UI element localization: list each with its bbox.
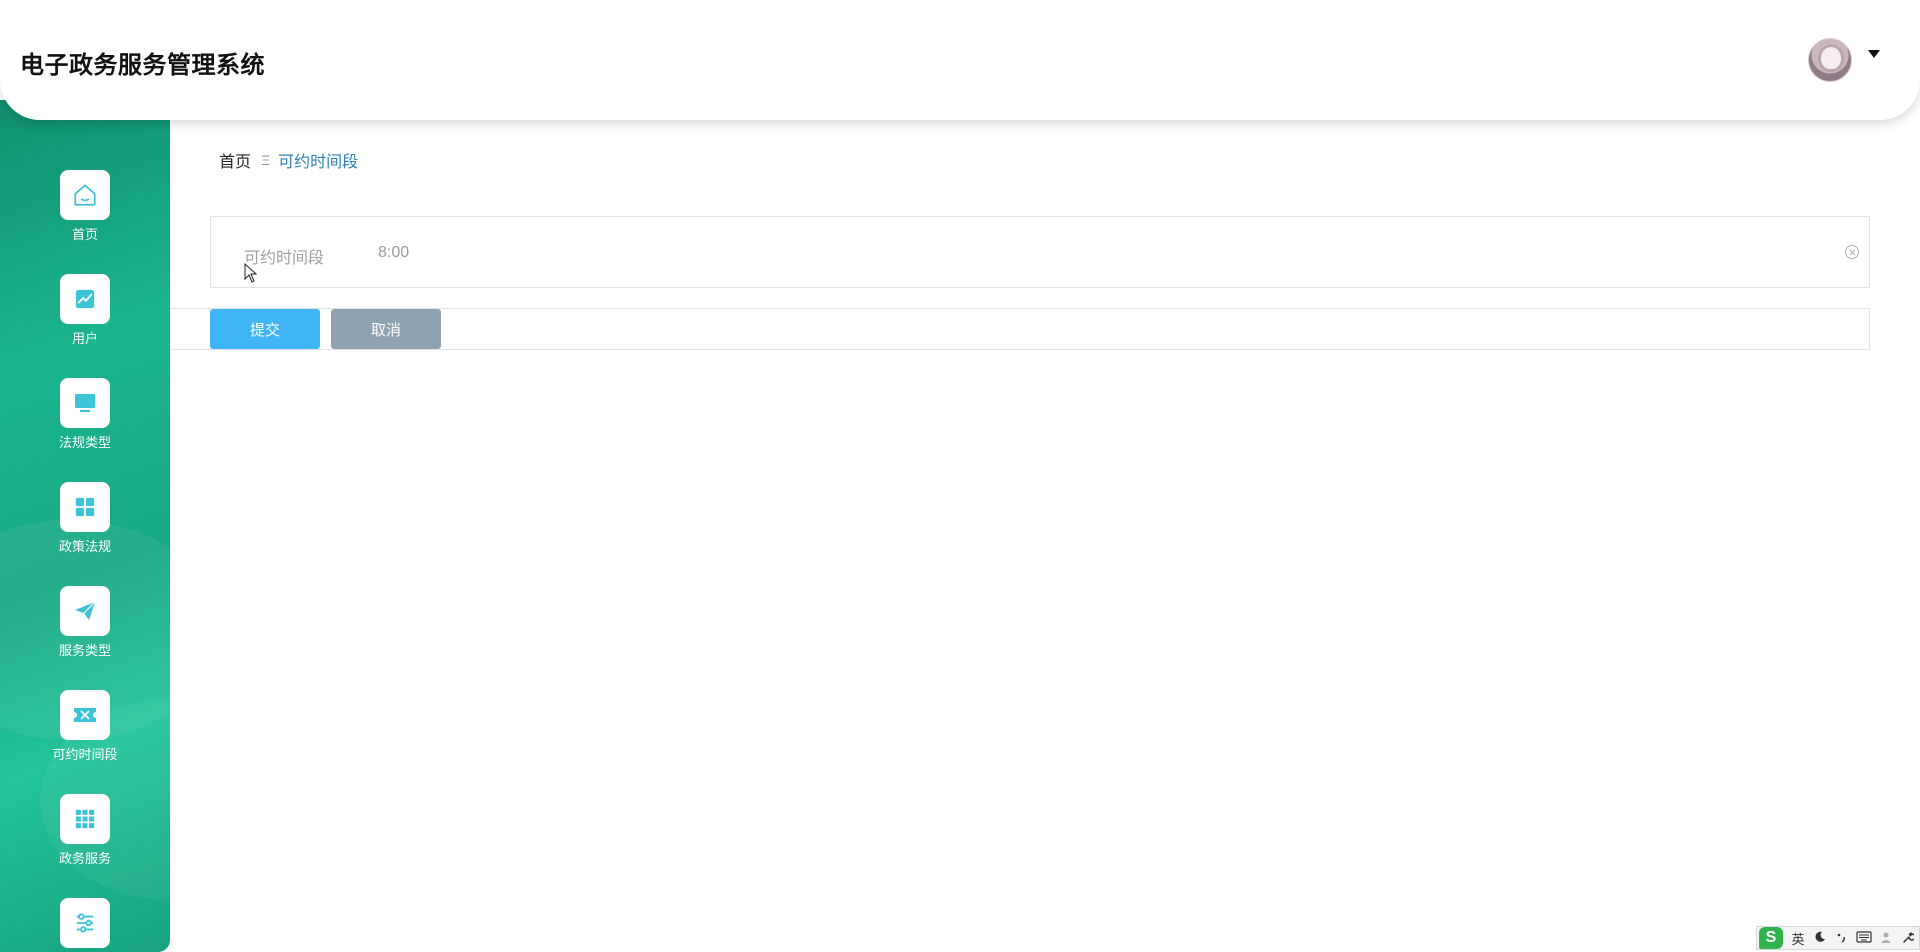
- sidebar: 首页 用户 法规类型 政策法规 服务类型 可约时间段 政务服务: [0, 100, 170, 952]
- form-row-time-slot: 可约时间段: [210, 216, 1870, 288]
- sidebar-item-label: 政务服务: [58, 851, 111, 866]
- form-actions: 提交 取消: [170, 308, 1870, 350]
- cancel-button[interactable]: 取消: [331, 309, 441, 349]
- app-title: 电子政务服务管理系统: [20, 52, 265, 79]
- user-avatar[interactable]: [1808, 38, 1852, 82]
- sidebar-item-policies[interactable]: 政策法规: [0, 482, 170, 562]
- moon-icon[interactable]: [1809, 931, 1831, 946]
- sidebar-item-users[interactable]: 用户: [0, 274, 170, 354]
- sidebar-item-regulation-types[interactable]: 法规类型: [0, 378, 170, 458]
- time-slot-input[interactable]: [366, 235, 1836, 271]
- sidebar-item-settings[interactable]: [0, 898, 170, 952]
- sidebar-item-label: 法规类型: [58, 435, 111, 450]
- punctuation-icon[interactable]: [1831, 931, 1853, 946]
- sidebar-item-home[interactable]: 首页: [0, 170, 170, 250]
- keyboard-icon[interactable]: [1853, 930, 1875, 946]
- ticket-icon: [60, 690, 110, 740]
- wrench-icon[interactable]: [1897, 931, 1919, 946]
- sidebar-item-service-types[interactable]: 服务类型: [0, 586, 170, 666]
- breadcrumb-home-link[interactable]: 首页: [219, 148, 251, 172]
- sidebar-item-label: 服务类型: [58, 643, 111, 658]
- home-icon: [60, 170, 110, 220]
- submit-button[interactable]: 提交: [210, 309, 320, 349]
- ime-mode-toggle[interactable]: 英: [1787, 929, 1809, 948]
- caret-down-icon[interactable]: [1868, 50, 1880, 58]
- paper-plane-icon: [60, 586, 110, 636]
- grid-icon: [60, 482, 110, 532]
- ime-toolbar: S 英: [1756, 926, 1920, 950]
- sidebar-item-label: 首页: [71, 227, 98, 242]
- sliders-icon: [60, 898, 110, 948]
- sidebar-item-gov-services[interactable]: 政务服务: [0, 794, 170, 874]
- monitor-icon: [60, 378, 110, 428]
- breadcrumb-current: 可约时间段: [278, 154, 359, 171]
- chart-icon: [60, 274, 110, 324]
- ime-logo[interactable]: S: [1759, 927, 1783, 949]
- apps-icon: [60, 794, 110, 844]
- sidebar-item-time-slots[interactable]: 可约时间段: [0, 690, 170, 770]
- sidebar-item-label: 可约时间段: [52, 747, 118, 762]
- sidebar-item-label: 用户: [71, 331, 98, 346]
- clear-icon[interactable]: [1845, 245, 1859, 259]
- breadcrumb: 首页 Ξ 可约时间段: [219, 148, 358, 172]
- user-icon[interactable]: [1875, 931, 1897, 946]
- breadcrumb-separator: Ξ: [261, 152, 271, 168]
- sidebar-item-label: 政策法规: [58, 539, 111, 554]
- top-header: 电子政务服务管理系统: [0, 0, 1920, 120]
- mouse-cursor-icon: [244, 263, 258, 283]
